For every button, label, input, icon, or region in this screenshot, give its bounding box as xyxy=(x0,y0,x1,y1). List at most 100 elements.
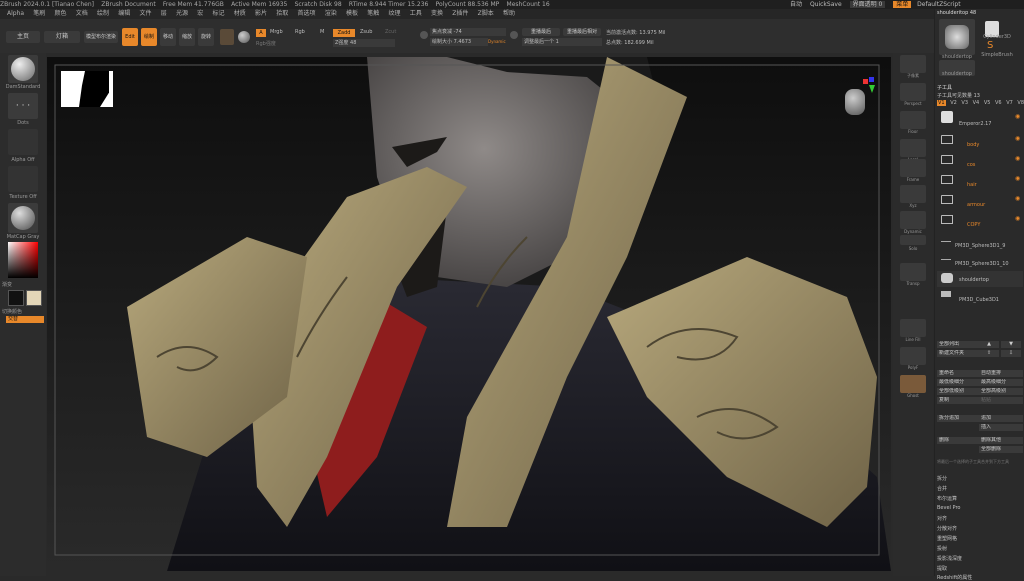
menu-picker[interactable]: 拾取 xyxy=(276,9,288,19)
arrow-down-icon[interactable]: ⇩ xyxy=(1001,350,1021,357)
append-button[interactable]: 追加 xyxy=(979,415,1023,422)
menu-bevel-pro[interactable]: Bevel Pro xyxy=(937,505,960,511)
menu-redshift[interactable]: Redshift的属性 xyxy=(937,574,972,581)
secondary-color-swatch[interactable] xyxy=(26,290,42,306)
replay-last-rel-button[interactable]: 重播最后相对 xyxy=(563,28,601,36)
delete-button[interactable]: 删除 xyxy=(937,437,979,444)
polyf-button[interactable] xyxy=(900,347,926,365)
floor-button[interactable] xyxy=(900,111,926,129)
delete-all-button[interactable]: 全部删除 xyxy=(979,446,1023,453)
simplebrush-icon[interactable]: S xyxy=(987,41,997,51)
all-high-button[interactable]: 最高级细分 xyxy=(979,379,1023,386)
folder-eye-icon[interactable]: ◉ xyxy=(1015,155,1020,162)
perspective-button[interactable] xyxy=(900,83,926,101)
zsub-button[interactable]: Zsub xyxy=(360,29,372,35)
tab-v7[interactable]: V7 xyxy=(1006,100,1013,106)
menu-remesh[interactable]: 重塑网格 xyxy=(937,535,957,542)
tab-v5[interactable]: V5 xyxy=(984,100,991,106)
subtool-title[interactable]: 子工具 xyxy=(937,84,952,91)
adjust-last-slider[interactable]: 调整最后一个 1 xyxy=(522,38,602,46)
alternate-button[interactable]: 交替 xyxy=(6,316,44,323)
menu-help[interactable]: 帮助 xyxy=(503,9,515,19)
subtool-folder[interactable]: COPY ◉ xyxy=(937,213,1023,231)
folder-eye-icon[interactable]: ◉ xyxy=(1015,175,1020,182)
ui-transparency[interactable]: 界面透明 0 xyxy=(849,1,886,8)
material-selector[interactable] xyxy=(8,203,38,233)
folder-eye-icon[interactable]: ◉ xyxy=(1015,135,1020,142)
folder-eye-icon[interactable]: ◉ xyxy=(1015,195,1020,202)
menu-layer[interactable]: 层 xyxy=(161,9,167,19)
all-low-button[interactable]: 最低级细分 xyxy=(937,379,979,386)
menu-tool[interactable]: 工具 xyxy=(410,9,422,19)
brush-selector[interactable] xyxy=(8,55,38,83)
menu-color[interactable]: 颜色 xyxy=(55,9,67,19)
subtool-item[interactable]: Emperor2.17 ◉ xyxy=(937,109,1023,129)
menu-align[interactable]: 对齐 xyxy=(937,515,947,522)
folder-eye-icon[interactable]: ◉ xyxy=(1015,215,1020,222)
menu-transform[interactable]: 变换 xyxy=(431,9,443,19)
lightbox-button[interactable]: 灯箱 xyxy=(44,31,80,43)
menu-zplugin[interactable]: Z插件 xyxy=(452,9,468,19)
menu-alpha[interactable]: Alpha xyxy=(7,9,24,19)
z-intensity-slider[interactable]: Z强度 48 xyxy=(333,39,395,47)
menu-zscript[interactable]: Z脚本 xyxy=(478,9,494,19)
mrgb-button[interactable]: Mrgb xyxy=(270,29,283,35)
stroke-selector[interactable]: · · · xyxy=(8,93,38,119)
menu-boolean[interactable]: 布尔运算 xyxy=(937,495,957,502)
current-tool-thumb[interactable] xyxy=(939,19,975,55)
menu-marker[interactable]: 标记 xyxy=(213,9,225,19)
alpha-selector[interactable] xyxy=(8,129,38,155)
menu-stroke[interactable]: 笔触 xyxy=(367,9,379,19)
focal-shift-slider[interactable]: 焦点衰减 -74 xyxy=(430,28,506,36)
zcut-button[interactable]: Zcut xyxy=(385,29,396,35)
material-sphere-icon[interactable] xyxy=(238,31,250,43)
navigator-thumbnail[interactable] xyxy=(61,71,113,107)
dynamic-toggle[interactable]: Dynamic xyxy=(488,39,506,44)
frame-button[interactable] xyxy=(900,159,926,177)
rgb-intensity-slider[interactable]: Rgb强度 xyxy=(256,40,276,47)
all-high-level-button[interactable]: 全部高级别 xyxy=(979,388,1023,395)
home-button[interactable]: 主页 xyxy=(6,31,40,43)
menu-light[interactable]: 光源 xyxy=(176,9,188,19)
move-down-button[interactable]: ▼ xyxy=(1001,341,1021,348)
default-zscript[interactable]: DefaultZScript xyxy=(917,1,960,8)
subtool-item[interactable]: PM3D_Sphere3D1_10 xyxy=(937,253,1023,267)
menu-merge[interactable]: 合并 xyxy=(937,485,947,492)
move-mode-button[interactable]: 移动 xyxy=(160,28,176,46)
subtool-folder[interactable]: body ◉ xyxy=(937,133,1023,151)
paste-button[interactable]: 粘贴 xyxy=(979,397,1023,404)
subtool-folder[interactable]: armour ◉ xyxy=(937,193,1023,211)
texture-selector[interactable] xyxy=(8,166,38,192)
replay-last-button[interactable]: 重播最后 xyxy=(522,28,560,36)
tab-v1[interactable]: V1 xyxy=(937,100,946,106)
tab-v8[interactable]: V8 xyxy=(1017,100,1024,106)
subtool-eye-icon[interactable]: ◉ xyxy=(1015,113,1020,120)
title-doc[interactable]: ZBrush Document xyxy=(101,0,155,9)
arrow-up-icon[interactable]: ⇧ xyxy=(979,350,999,357)
menu-edit[interactable]: 编辑 xyxy=(118,9,130,19)
subtool-item[interactable]: PM3D_Sphere3D1_9 xyxy=(937,235,1023,249)
m-button[interactable]: M xyxy=(320,29,324,35)
tab-v4[interactable]: V4 xyxy=(973,100,980,106)
color-picker[interactable] xyxy=(8,242,38,278)
solo-button[interactable] xyxy=(900,235,926,245)
menu-movie[interactable]: 影片 xyxy=(255,9,267,19)
draw-size-slider[interactable]: 绘制大小 7.4673 xyxy=(430,38,488,46)
auto-reorder-button[interactable]: 自动重排 xyxy=(979,370,1023,377)
rgb-button[interactable]: Rgb xyxy=(295,29,305,35)
tab-v6[interactable]: V6 xyxy=(995,100,1002,106)
all-low-level-button[interactable]: 全部低级别 xyxy=(937,388,979,395)
menu-draw[interactable]: 绘制 xyxy=(97,9,109,19)
menu-texture[interactable]: 纹理 xyxy=(389,9,401,19)
subtool-folder[interactable]: cos ◉ xyxy=(937,153,1023,171)
menu-project[interactable]: 投射 xyxy=(937,545,947,552)
switch-color-label[interactable]: 切换颜色 xyxy=(2,308,22,315)
xyz-button[interactable] xyxy=(900,185,926,203)
draw-mode-button[interactable]: 绘制 xyxy=(141,28,157,46)
delete-other-button[interactable]: 删除其他 xyxy=(979,437,1023,444)
new-folder-button[interactable]: 新建文件夹 xyxy=(937,350,979,357)
zadd-button[interactable]: Zadd xyxy=(333,29,355,37)
list-all-button[interactable]: 全部列出 xyxy=(937,341,979,348)
tab-v3[interactable]: V3 xyxy=(961,100,968,106)
menu-brush[interactable]: 笔刷 xyxy=(33,9,45,19)
